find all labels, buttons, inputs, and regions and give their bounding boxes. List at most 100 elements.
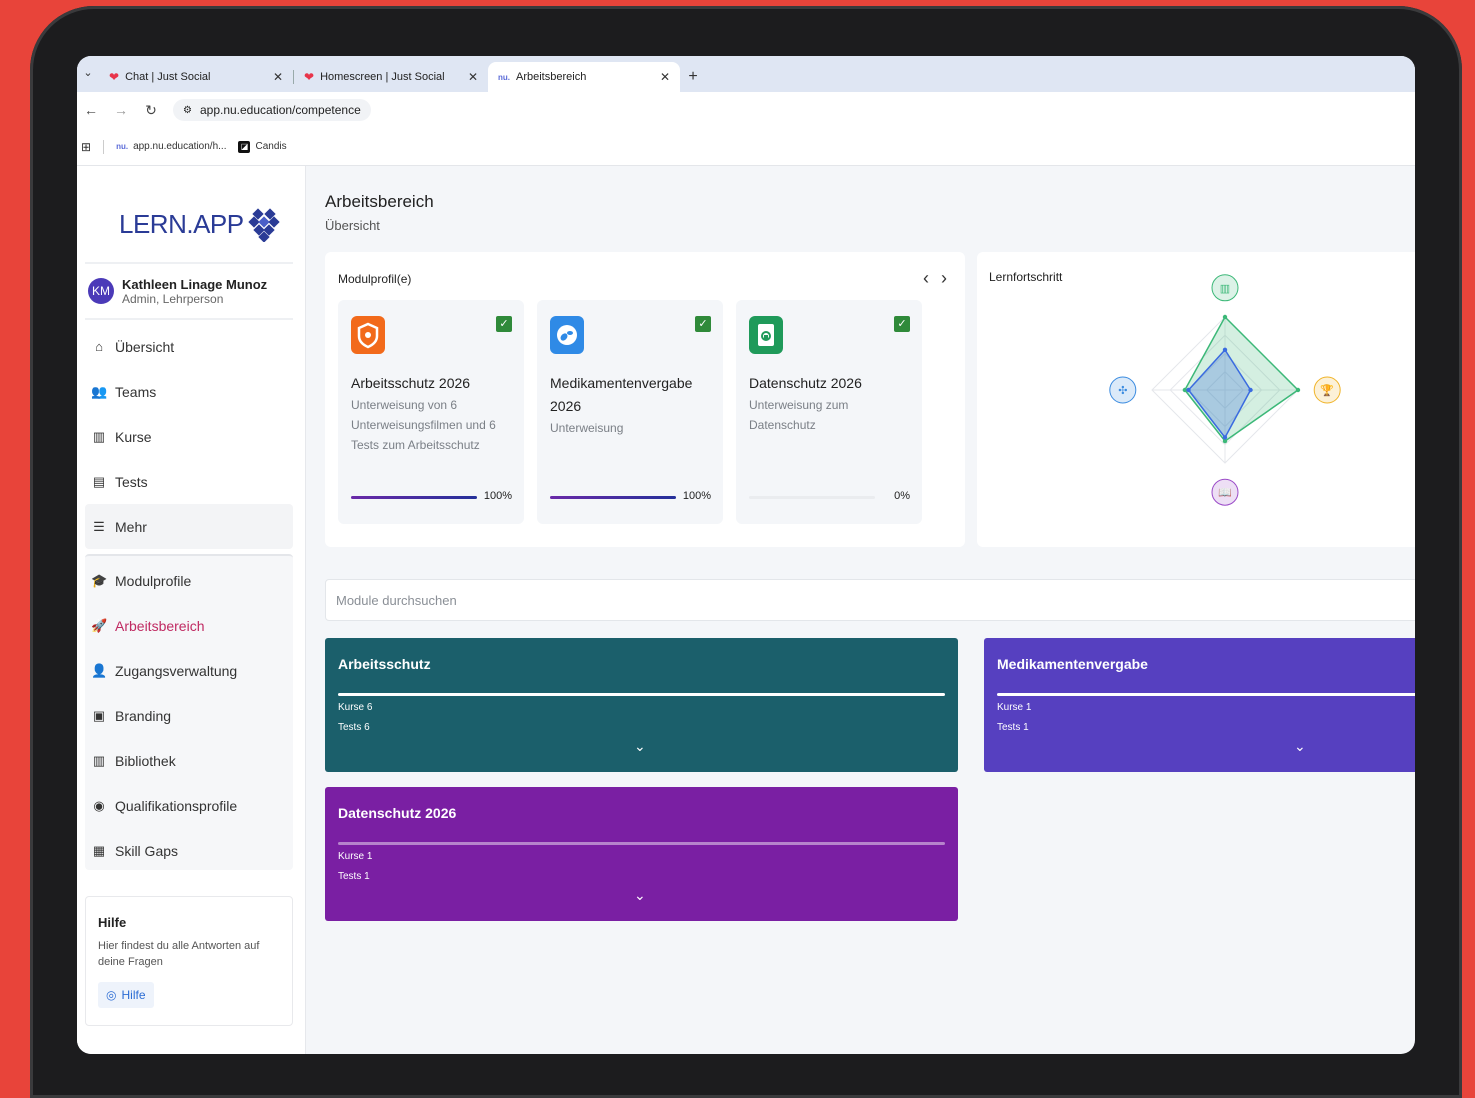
browser-tab-active[interactable]: nu. Arbeitsbereich ✕ <box>488 62 680 92</box>
chart-icon-glyph: ▥ <box>1220 283 1230 295</box>
sidebar-item-label: Bibliothek <box>115 752 176 769</box>
sidebar-item-teams[interactable]: 👥 Teams <box>85 369 293 414</box>
pills-icon <box>550 316 584 354</box>
chevron-down-icon[interactable]: ⌄ <box>1294 738 1306 755</box>
checkbox-checked[interactable]: ✓ <box>695 316 711 332</box>
browser-tab[interactable]: ❤ Homescreen | Just Social ✕ <box>294 62 488 92</box>
modul-card-desc: Unterweisung von 6 Unterweisungsfilmen u… <box>351 398 496 452</box>
bookmark-item[interactable]: ◪ Candis <box>238 140 287 153</box>
module-tile[interactable]: Medikamentenvergabe Kurse 1 Tests 1 ⌄ <box>984 638 1415 772</box>
module-tile[interactable]: Datenschutz 2026 Kurse 1 Tests 1 ⌄ <box>325 787 958 921</box>
bookmark-item[interactable]: nu. app.nu.education/h... <box>116 141 226 152</box>
sidebar-item-modulprofile[interactable]: 🎓 Modulprofile <box>85 558 293 603</box>
candis-icon: ◪ <box>238 140 251 153</box>
book-open-icon-glyph: 📖 <box>1218 487 1232 499</box>
sidebar-item-mehr[interactable]: ☰ Mehr <box>85 504 293 549</box>
user-name: Kathleen Linage Munoz <box>122 276 268 292</box>
nav-secondary: 🎓 Modulprofile 🚀 Arbeitsbereich 👤 Zugang… <box>85 554 293 870</box>
sidebar-item-label: Qualifikationsprofile <box>115 797 238 814</box>
module-tile[interactable]: Arbeitsschutz Kurse 6 Tests 6 ⌄ <box>325 638 958 772</box>
sidebar-item-label: Zugangsverwaltung <box>115 662 238 679</box>
forward-arrow-icon[interactable]: → <box>113 102 129 118</box>
search-input[interactable]: Module durchsuchen <box>325 579 1415 621</box>
user-profile[interactable]: KM Kathleen Linage Munoz Admin, Lehrpers… <box>85 262 293 320</box>
progress-bar <box>749 496 875 499</box>
qualification-icon: ◉ <box>93 797 105 813</box>
reload-icon[interactable]: ↻ <box>143 102 159 119</box>
close-icon[interactable]: ✕ <box>660 70 670 84</box>
sidebar-item-label: Mehr <box>115 518 147 535</box>
checkbox-checked[interactable]: ✓ <box>894 316 910 332</box>
tab-label: Homescreen | Just Social <box>320 71 445 83</box>
progress-fill <box>351 496 477 499</box>
chevron-left-icon[interactable]: ‹ <box>923 268 929 289</box>
tab-label: Chat | Just Social <box>125 71 211 83</box>
progress-bar <box>351 496 477 499</box>
sidebar-item-branding[interactable]: ▣ Branding <box>85 693 293 738</box>
browser-tab[interactable]: ❤ Chat | Just Social ✕ <box>99 62 293 92</box>
url-text: app.nu.education/competence <box>199 103 361 117</box>
logo[interactable]: LERN.APP <box>119 206 284 242</box>
site-settings-icon[interactable]: ⚙ <box>183 105 192 116</box>
sidebar-item-bibliothek[interactable]: ▥ Bibliothek <box>85 738 293 783</box>
panel-title: Modulprofil(e) <box>338 272 412 286</box>
apps-grid-icon[interactable]: ⊞ <box>81 140 91 154</box>
sidebar-item-label: Übersicht <box>115 338 175 355</box>
sidebar-item-uebersicht[interactable]: ⌂ Übersicht <box>85 324 293 369</box>
nav-primary: ⌂ Übersicht 👥 Teams ▥ Kurse ▤ Tests ☰ Me… <box>85 324 293 549</box>
radar-point <box>1248 387 1253 393</box>
branding-icon: ▣ <box>92 707 106 723</box>
chevron-down-icon[interactable]: ⌄ <box>634 738 646 755</box>
users-icon: 👥 <box>91 383 108 399</box>
sidebar-item-label: Branding <box>115 707 172 724</box>
puzzle-icon-glyph: ✣ <box>1118 385 1127 397</box>
module-tile-kurse: Kurse 6 <box>338 702 373 713</box>
modul-card[interactable]: ✓ Arbeitsschutz 2026 Unterweisung von 6 … <box>338 300 524 524</box>
url-field[interactable]: ⚙ app.nu.education/competence <box>173 99 371 121</box>
modul-card[interactable]: ✓ Datenschutz 2026 Unterweisung zum Date… <box>736 300 922 524</box>
progress-fill <box>550 496 676 499</box>
test-icon: ▤ <box>92 473 106 489</box>
module-tile-progress <box>997 693 1415 696</box>
sidebar-item-zugangsverwaltung[interactable]: 👤 Zugangsverwaltung <box>85 648 293 693</box>
module-tile-progress <box>338 693 945 696</box>
radar-point <box>1222 314 1228 320</box>
radar-point <box>1295 387 1301 393</box>
help-title: Hilfe <box>98 915 127 930</box>
help-text: Hier findest du alle Antworten auf deine… <box>98 940 260 968</box>
help-box: Hilfe Hier findest du alle Antworten auf… <box>85 896 293 1026</box>
radar-chart: ▥ 🏆 📖 ✣ <box>1109 274 1341 506</box>
sidebar-item-skill-gaps[interactable]: ▦ Skill Gaps <box>85 828 293 873</box>
progress-label: 100% <box>483 490 512 502</box>
radar-point <box>1222 347 1228 353</box>
page-subtitle: Übersicht <box>325 218 380 233</box>
logo-text: LERN.APP <box>119 208 244 239</box>
library-icon: ▥ <box>92 752 106 768</box>
menu-icon: ☰ <box>93 518 105 534</box>
new-tab-button[interactable]: + <box>680 62 706 92</box>
sidebar-item-qualifikationsprofile[interactable]: ◉ Qualifikationsprofile <box>85 783 293 828</box>
sidebar-item-kurse[interactable]: ▥ Kurse <box>85 414 293 459</box>
close-icon[interactable]: ✕ <box>273 70 283 84</box>
close-icon[interactable]: ✕ <box>468 70 478 84</box>
chevron-right-icon[interactable]: › <box>941 268 947 289</box>
progress-bar <box>550 496 676 499</box>
modul-card-desc: Unterweisung zum Datenschutz <box>749 398 849 432</box>
sidebar-item-arbeitsbereich[interactable]: 🚀 Arbeitsbereich <box>85 603 293 648</box>
book-icon: ▥ <box>92 428 106 444</box>
module-tile-tests: Tests 1 <box>997 722 1029 733</box>
chevron-down-icon[interactable]: ⌄ <box>634 887 646 904</box>
back-arrow-icon[interactable]: ← <box>83 102 99 118</box>
modulprofile-panel: Modulprofil(e) ‹ › ✓ Arbeitsschutz 2026 … <box>325 252 965 547</box>
help-button[interactable]: ◎ Hilfe <box>98 982 154 1008</box>
radar-point <box>1222 435 1228 440</box>
progress-label: 100% <box>682 490 711 502</box>
user-access-icon: 👤 <box>91 662 108 678</box>
checkbox-checked[interactable]: ✓ <box>496 316 512 332</box>
sidebar-item-tests[interactable]: ▤ Tests <box>85 459 293 504</box>
address-bar: ← → ↻ ⚙ app.nu.education/competence <box>77 92 1415 128</box>
home-icon: ⌂ <box>95 338 103 354</box>
modul-card[interactable]: ✓ Medikamentenvergabe 2026 Unterweisung … <box>537 300 723 524</box>
progress-label: 0% <box>894 490 910 502</box>
tab-list-chevron-icon[interactable]: ⌄ <box>77 60 99 86</box>
